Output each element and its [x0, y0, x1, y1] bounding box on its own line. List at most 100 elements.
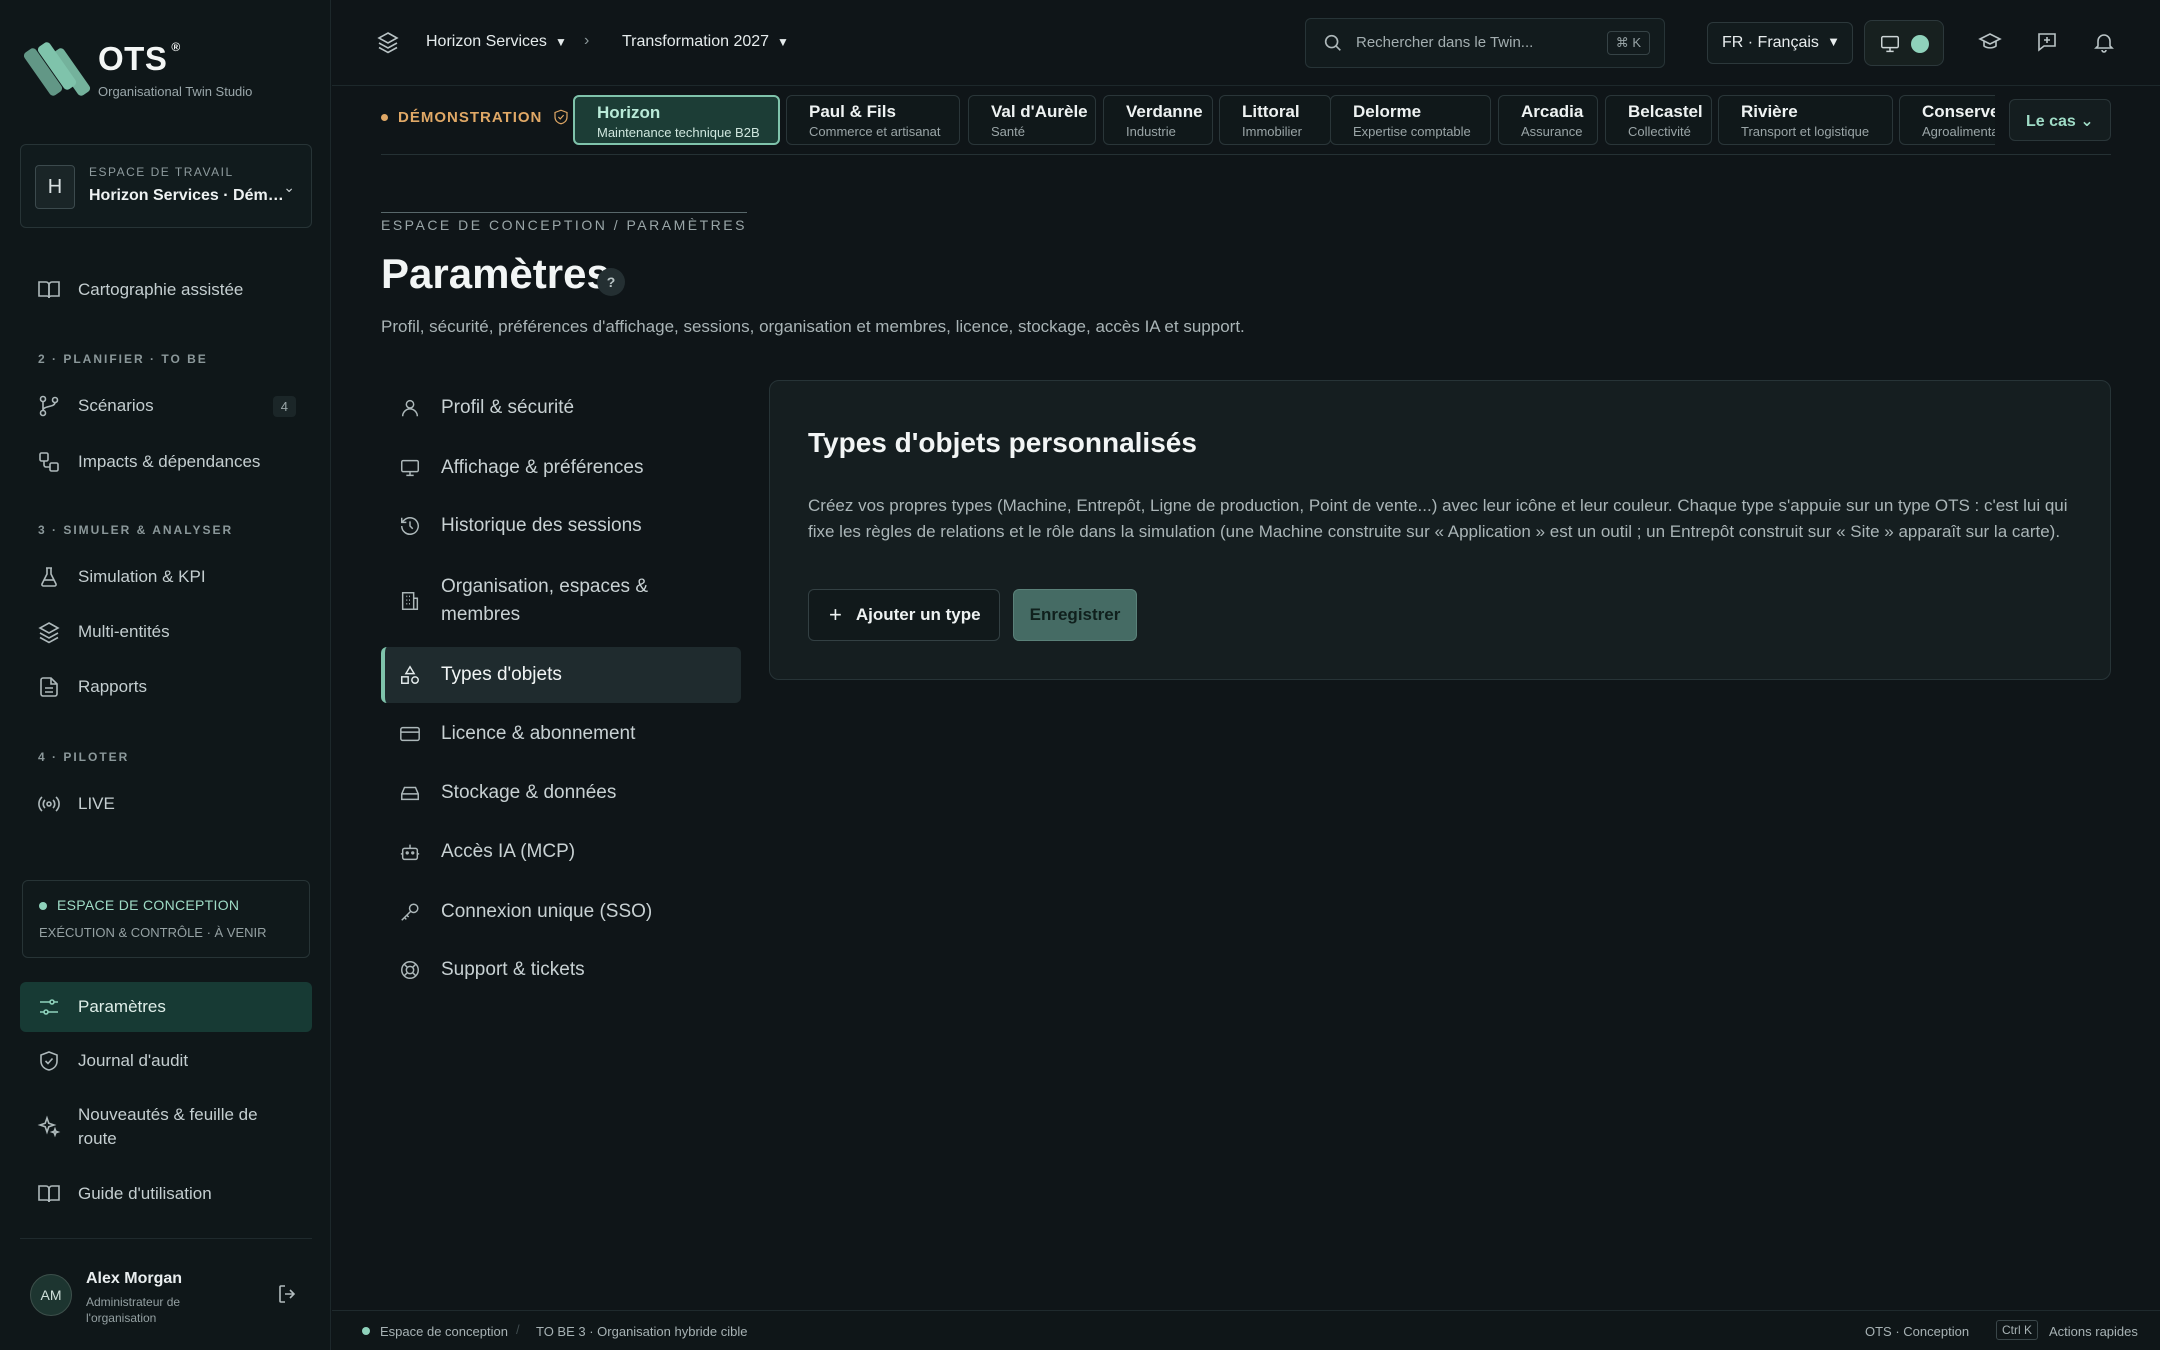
divider: / [516, 1322, 520, 1337]
breadcrumb-project[interactable]: Transformation 2027 ▼ [622, 33, 789, 51]
case-tab-val-daurele[interactable]: Val d'Aurèle Santé [968, 95, 1096, 145]
message-plus-icon[interactable] [2035, 30, 2059, 54]
settings-nav-profil[interactable]: Profil & sécurité [381, 380, 741, 436]
divider [381, 154, 2111, 155]
sidebar-item-parametres[interactable]: Paramètres [20, 982, 312, 1032]
sliders-icon [36, 994, 62, 1020]
robot-icon [399, 839, 425, 865]
settings-nav-stockage[interactable]: Stockage & données [381, 765, 741, 821]
workspace-label: ESPACE DE TRAVAIL [89, 165, 234, 179]
sidebar-item-cartographie[interactable]: Cartographie assistée [20, 266, 312, 314]
sidebar-item-live[interactable]: LIVE [20, 780, 312, 828]
sidebar-item-scenarios[interactable]: Scénarios 4 [20, 382, 312, 430]
settings-nav-label: Organisation, espaces & membres [441, 576, 649, 625]
settings-nav-label: Types d'objets [441, 664, 562, 685]
workspace-avatar: H [35, 165, 75, 209]
case-tab-riviere[interactable]: Rivière Transport et logistique [1718, 95, 1893, 145]
topbar: Horizon Services ▼ › Transformation 2027 ▼… [332, 0, 2160, 86]
conception-subtitle: EXÉCUTION & CONTRÔLE · À VENIR [39, 925, 267, 940]
shapes-icon [399, 662, 425, 688]
sidebar-item-label: Scénarios [78, 396, 154, 415]
sidebar-item-rapports[interactable]: Rapports [20, 663, 312, 711]
brand-name: OTS ® [98, 40, 181, 77]
sidebar-item-label: Impacts & dépendances [78, 452, 261, 471]
lifebuoy-icon [399, 957, 425, 983]
display-mode-toggle[interactable] [1864, 20, 1944, 66]
case-tab-arcadia[interactable]: Arcadia Assurance [1498, 95, 1598, 145]
sidebar-item-multi-entites[interactable]: Multi-entités [20, 608, 312, 656]
settings-nav-affichage[interactable]: Affichage & préférences [381, 440, 741, 496]
search-input[interactable]: Rechercher dans le Twin... ⌘ K [1305, 18, 1665, 68]
settings-nav-licence[interactable]: Licence & abonnement [381, 706, 741, 762]
shield-check-icon [552, 108, 570, 126]
logout-icon[interactable] [276, 1282, 302, 1308]
brand-subtitle: Organisational Twin Studio [98, 84, 253, 99]
chevron-right-icon: › [584, 32, 590, 49]
scenarios-count-badge: 4 [272, 395, 296, 417]
case-tab-horizon[interactable]: Horizon Maintenance technique B2B [573, 95, 780, 145]
building-icon [399, 588, 425, 614]
history-icon [399, 513, 425, 539]
sidebar-item-simulation[interactable]: Simulation & KPI [20, 553, 312, 601]
search-icon [1322, 32, 1344, 54]
dependencies-icon [36, 449, 62, 475]
status-app: OTS · Conception [1865, 1324, 1970, 1339]
case-tab-littoral[interactable]: Littoral Immobilier [1219, 95, 1331, 145]
save-button[interactable]: Enregistrer [1013, 589, 1137, 641]
file-text-icon [36, 674, 62, 700]
sparkles-icon [36, 1114, 62, 1140]
quick-actions-label[interactable]: Actions rapides [2049, 1324, 2138, 1339]
settings-nav-support[interactable]: Support & tickets [381, 942, 741, 998]
layers-icon[interactable] [376, 30, 400, 54]
help-button[interactable]: ? [597, 268, 625, 296]
breadcrumb-organization[interactable]: Horizon Services ▼ [426, 33, 567, 51]
settings-nav-label: Accès IA (MCP) [441, 841, 576, 862]
case-tab-paul-fils[interactable]: Paul & Fils Commerce et artisanat [786, 95, 960, 145]
bell-icon[interactable] [2092, 30, 2116, 54]
hard-drive-icon [399, 780, 425, 806]
case-tab-belcastel[interactable]: Belcastel Collectivité [1605, 95, 1712, 145]
settings-nav-sso[interactable]: Connexion unique (SSO) [381, 884, 741, 940]
settings-nav-historique[interactable]: Historique des sessions [381, 498, 741, 554]
status-mode: Espace de conception [380, 1324, 508, 1339]
book-open-icon [36, 1181, 62, 1207]
case-tab-verdanne[interactable]: Verdanne Industrie [1103, 95, 1213, 145]
sidebar: OTS ® Organisational Twin Studio H ESPACE… [0, 0, 331, 1350]
chevron-down-icon: ⌄ [283, 179, 295, 195]
page-description: Profil, sécurité, préférences d'affichag… [381, 317, 1245, 336]
ots-logo-icon [22, 40, 92, 98]
case-tab-conserver[interactable]: ConserverAgroalimentaire [1899, 95, 1995, 145]
app-root: OTS ® Organisational Twin Studio H ESPACE… [0, 0, 2160, 1350]
quick-actions-shortcut[interactable]: Ctrl K [1996, 1320, 2038, 1340]
chevron-down-icon: ▼ [777, 35, 789, 49]
sidebar-item-audit[interactable]: Journal d'audit [20, 1037, 312, 1085]
broadcast-icon [36, 791, 62, 817]
user-icon [399, 395, 425, 421]
search-shortcut: ⌘ K [1606, 31, 1650, 55]
monitor-icon [1879, 33, 1901, 60]
workspace-switcher[interactable]: H ESPACE DE TRAVAIL Horizon Services · D… [20, 144, 312, 228]
case-tab-delorme[interactable]: Delorme Expertise comptable [1330, 95, 1491, 145]
case-menu-button[interactable]: Le cas ⌄ [2009, 99, 2111, 141]
monitor-icon [399, 455, 425, 481]
settings-nav-acces-ia[interactable]: Accès IA (MCP) [381, 824, 741, 880]
add-type-button[interactable]: + Ajouter un type [808, 589, 1000, 641]
panel-title: Types d'objets personnalisés [808, 427, 1197, 458]
language-select[interactable]: FR · Français ▼ [1707, 22, 1853, 64]
sidebar-item-label: Paramètres [78, 997, 166, 1016]
sidebar-item-guide[interactable]: Guide d'utilisation [20, 1170, 312, 1218]
settings-nav-types-objets[interactable]: Types d'objets [381, 647, 741, 703]
settings-nav-organisation[interactable]: Organisation, espaces & membres [381, 565, 741, 637]
conception-title: ESPACE DE CONCEPTION [57, 897, 240, 913]
graduation-cap-icon[interactable] [1978, 30, 2002, 54]
sidebar-item-impacts[interactable]: Impacts & dépendances [20, 438, 312, 486]
sidebar-item-nouveautes[interactable]: Nouveautés & feuille de route [20, 1095, 312, 1159]
status-bar: Espace de conception / TO BE 3 · Organis… [332, 1310, 2160, 1350]
brand[interactable]: OTS ® Organisational Twin Studio [22, 40, 253, 99]
plus-icon: + [829, 602, 842, 627]
shield-check-icon [36, 1048, 62, 1074]
status-dot [362, 1327, 370, 1335]
demo-badge: DÉMONSTRATION [381, 108, 570, 126]
case-tabs: Horizon Maintenance technique B2B Paul & … [573, 95, 1995, 145]
chevron-down-icon: ▼ [554, 35, 567, 49]
